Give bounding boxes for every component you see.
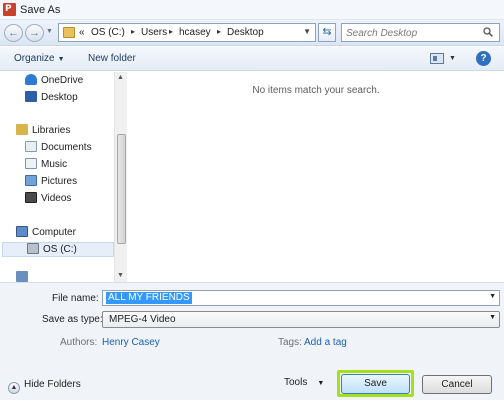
sidebar-item-videos[interactable]: Videos <box>25 192 71 207</box>
sidebar-item-os-c[interactable]: OS (C:) <box>2 242 114 257</box>
drive-icon <box>27 243 39 254</box>
view-options-dropdown-icon[interactable]: ▼ <box>449 55 456 62</box>
search-icon <box>483 27 493 37</box>
breadcrumb-arrow-icon[interactable]: ▸ <box>169 27 173 36</box>
hide-folders-button[interactable]: ▲ Hide Folders <box>8 379 81 394</box>
cancel-button[interactable]: Cancel <box>422 375 492 394</box>
change-view-icon[interactable] <box>430 53 444 64</box>
sidebar-item-network-partial[interactable] <box>16 271 32 282</box>
breadcrumb-desktop[interactable]: Desktop <box>227 27 264 38</box>
breadcrumb-hcasey[interactable]: hcasey <box>179 27 211 38</box>
file-name-input[interactable]: ALL MY FRIENDS ▼ <box>102 290 500 306</box>
sidebar-item-label: Desktop <box>41 92 78 103</box>
breadcrumb-arrow-icon[interactable]: ▸ <box>131 27 135 36</box>
save-as-type-select[interactable]: MPEG-4 Video ▼ <box>102 311 500 328</box>
desktop-icon <box>25 91 37 102</box>
navigation-pane: OneDrive Desktop Libraries Documents Mus… <box>0 72 127 282</box>
sidebar-item-label: Pictures <box>41 176 78 187</box>
videos-icon <box>25 192 37 203</box>
authors-label: Authors: <box>60 337 98 348</box>
libraries-icon <box>16 124 28 135</box>
chevron-up-icon: ▲ <box>8 382 20 394</box>
file-name-label: File name: <box>52 293 99 304</box>
network-icon <box>16 271 28 282</box>
onedrive-cloud-icon <box>25 74 37 85</box>
sidebar-item-pictures[interactable]: Pictures <box>25 175 77 190</box>
back-button[interactable]: ← <box>4 24 23 42</box>
chevron-down-icon: ▼ <box>317 380 325 387</box>
powerpoint-app-icon: P <box>3 3 16 16</box>
sidebar-item-desktop[interactable]: Desktop <box>25 91 78 106</box>
search-input[interactable] <box>346 26 476 40</box>
save-as-type-value: MPEG-4 Video <box>109 314 176 325</box>
save-as-type-dropdown-icon: ▼ <box>489 314 496 321</box>
search-box[interactable] <box>341 23 500 42</box>
authors-value[interactable]: Henry Casey <box>102 337 160 348</box>
sidebar-item-documents[interactable]: Documents <box>25 141 92 156</box>
scroll-down-arrow-icon[interactable]: ▼ <box>117 272 124 279</box>
new-folder-button[interactable]: New folder <box>88 53 136 64</box>
organize-menu[interactable]: Organize ▼ <box>14 53 65 64</box>
sidebar-item-onedrive[interactable]: OneDrive <box>25 74 83 89</box>
address-overflow-chevron[interactable]: « <box>79 27 85 38</box>
window-title: Save As <box>20 4 61 16</box>
organize-label: Organize <box>14 53 55 64</box>
tools-menu[interactable]: Tools ▼ <box>284 377 324 388</box>
sidebar-item-label: Music <box>41 159 68 170</box>
chevron-down-icon: ▼ <box>57 56 65 63</box>
sidebar-item-music[interactable]: Music <box>25 158 67 173</box>
recent-locations-dropdown-icon[interactable]: ▼ <box>46 28 53 35</box>
address-bar[interactable]: « OS (C:) ▸ Users ▸ hcasey ▸ Desktop ▼ <box>58 23 316 42</box>
folder-icon <box>63 27 75 38</box>
breadcrumb-os-c[interactable]: OS (C:) <box>91 27 125 38</box>
sidebar-item-label: OneDrive <box>41 75 84 86</box>
tools-label: Tools <box>284 377 308 388</box>
title-bar: P Save As <box>0 0 504 20</box>
help-icon[interactable]: ? <box>476 51 491 66</box>
save-button[interactable]: Save <box>341 374 410 394</box>
pictures-icon <box>25 175 37 186</box>
documents-icon <box>25 141 37 152</box>
tags-label: Tags: <box>278 337 302 348</box>
scroll-up-arrow-icon[interactable]: ▲ <box>117 74 124 81</box>
sidebar-item-label: OS (C:) <box>43 244 77 255</box>
sidebar-item-label: Libraries <box>32 125 71 136</box>
address-dropdown-icon[interactable]: ▼ <box>303 27 311 36</box>
scrollbar-thumb[interactable] <box>117 134 126 244</box>
sidebar-item-label: Documents <box>41 142 92 153</box>
empty-message: No items match your search. <box>252 85 380 96</box>
breadcrumb-arrow-icon[interactable]: ▸ <box>217 27 221 36</box>
navigation-bar: ← → ▼ « OS (C:) ▸ Users ▸ hcasey ▸ Deskt… <box>0 20 504 46</box>
music-icon <box>25 158 37 169</box>
sidebar-item-libraries[interactable]: Libraries <box>16 124 70 139</box>
save-form: File name: ALL MY FRIENDS ▼ Save as type… <box>0 282 504 400</box>
hide-folders-label: Hide Folders <box>24 379 81 390</box>
file-name-dropdown-icon[interactable]: ▼ <box>489 293 496 300</box>
navigation-pane-scrollbar[interactable]: ▲ ▼ <box>114 72 127 282</box>
forward-button[interactable]: → <box>25 24 44 42</box>
app-icon-letter: P <box>5 4 12 14</box>
file-list-area[interactable]: No items match your search. <box>128 72 504 282</box>
file-name-value[interactable]: ALL MY FRIENDS <box>106 292 192 304</box>
breadcrumb-users[interactable]: Users <box>141 27 167 38</box>
command-toolbar: Organize ▼ New folder ▼ ? <box>0 47 504 71</box>
sidebar-item-label: Videos <box>41 193 72 204</box>
refresh-icon: ⇆ <box>322 26 332 38</box>
add-tag-link[interactable]: Add a tag <box>304 337 347 348</box>
save-as-type-label: Save as type: <box>42 314 103 325</box>
refresh-button[interactable]: ⇆ <box>318 23 336 42</box>
sidebar-item-computer[interactable]: Computer <box>16 226 76 241</box>
sidebar-item-label: Computer <box>32 227 76 238</box>
computer-icon <box>16 226 28 237</box>
